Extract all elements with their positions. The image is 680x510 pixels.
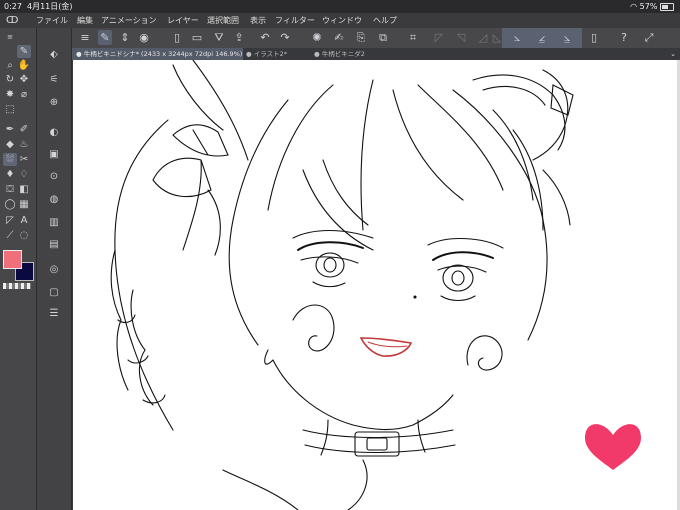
menu-file[interactable]: ファイル xyxy=(36,13,68,28)
move-tool-icon[interactable]: ✥ xyxy=(17,73,31,86)
chevron-down-icon[interactable]: ⌄ xyxy=(670,48,676,60)
layer-panel-icon[interactable]: ◎ xyxy=(47,263,61,276)
blend-tool-icon[interactable]: ✂ xyxy=(17,153,31,166)
selection-tool-icon[interactable]: ⬚ xyxy=(3,103,17,116)
intermediate-color-icon[interactable]: ◍ xyxy=(47,193,61,206)
crop-icon[interactable]: ⌗ xyxy=(406,30,420,45)
status-bar: 0:27 4月11日(金) ◠ 57% xyxy=(0,0,680,13)
gradient-icon[interactable]: ◧ xyxy=(17,183,31,196)
pen-icon[interactable]: ✒ xyxy=(3,123,17,136)
chevron-updown-icon[interactable]: ⇕ xyxy=(118,30,132,45)
pen-sync-icon[interactable]: ✎ xyxy=(98,30,112,45)
stabilizer-2-icon[interactable]: ⦤ xyxy=(535,30,549,45)
disabled-b-icon: ◹ xyxy=(456,31,466,44)
heart-icon xyxy=(585,424,641,470)
menu-view[interactable]: 表示 xyxy=(250,13,266,28)
menu-help[interactable]: ヘルプ xyxy=(373,13,397,28)
menu-icon[interactable]: ≡ xyxy=(78,30,92,45)
auto-select-icon[interactable]: ✸ xyxy=(3,88,17,101)
rotate-tool-icon[interactable]: ↻ xyxy=(3,73,17,86)
approximate-color-icon[interactable]: ▥ xyxy=(47,216,61,229)
figure-tool-icon[interactable]: ◯ xyxy=(3,198,17,211)
disabled-c-icon: ◿ xyxy=(478,31,488,44)
menu-selection[interactable]: 選択範囲 xyxy=(207,13,239,28)
zoom-tool-icon[interactable]: ⌕ xyxy=(3,59,17,72)
line-art xyxy=(110,60,641,510)
tool-panel: ≡ ✎ ⌕ ✋ ↻ ✥ ✸ ⌀ ⬚ ✒ ✐ ◆ ♨ ⛆ ✂ ♦ ♢ ⛋ ◧ ◯ … xyxy=(0,28,37,510)
transparent-color-swatch[interactable] xyxy=(3,283,31,289)
color-set-icon[interactable]: ▣ xyxy=(47,148,61,161)
save-icon[interactable]: ⛛ xyxy=(212,30,226,45)
pen-tool-icon[interactable]: ✎ xyxy=(17,45,31,58)
stabilizer-1-icon[interactable]: ⦣ xyxy=(510,30,524,45)
color-slider-icon[interactable]: ▤ xyxy=(47,238,61,251)
ruler-tool-icon[interactable]: ◸ xyxy=(3,214,17,227)
fill-tool-icon[interactable]: ⛆ xyxy=(3,153,17,166)
export-icon[interactable]: ⇪ xyxy=(232,30,246,45)
menu-edit[interactable]: 編集 xyxy=(77,13,93,28)
battery-percent: 57% xyxy=(639,2,658,11)
status-time: 0:27 xyxy=(4,2,22,11)
eye-icon[interactable]: ◉ xyxy=(137,30,151,45)
tab-current-document[interactable]: ● 牛柄ビキニドシナ* (2433 x 3244px 72dpi 146.9%) xyxy=(72,48,243,60)
pencil-icon[interactable]: ✐ xyxy=(17,123,31,136)
tab-bikini2[interactable]: ● 牛柄ビキニダ2 xyxy=(310,48,378,60)
frame-tool-icon[interactable]: ▦ xyxy=(17,198,31,211)
correct-line-icon[interactable]: ⟋ xyxy=(3,229,17,242)
eyedropper-icon[interactable]: ⌀ xyxy=(17,88,31,101)
help-icon[interactable]: ? xyxy=(617,30,631,45)
balloon-tool-icon[interactable]: ◌ xyxy=(17,229,31,242)
drawing-canvas[interactable] xyxy=(73,60,680,510)
device-icon[interactable]: ▯ xyxy=(587,30,601,45)
disabled-a-icon: ◸ xyxy=(434,31,444,44)
open-folder-icon[interactable]: ▭ xyxy=(190,30,204,45)
color-history-icon[interactable]: ⊙ xyxy=(47,170,61,183)
main-color-swatch[interactable] xyxy=(3,250,22,269)
document-tabs: ● 牛柄ビキニドシナ* (2433 x 3244px 72dpi 146.9%)… xyxy=(72,48,680,60)
menu-layer[interactable]: レイヤー xyxy=(167,13,199,28)
blur-brush-icon[interactable]: ♢ xyxy=(17,168,31,181)
sub-panel: ⬖ ⚟ ⊕ ◐ ▣ ⊙ ◍ ▥ ▤ ◎ ▢ ☰ xyxy=(37,28,72,510)
app-logo-icon[interactable]: ↀ xyxy=(6,13,18,28)
text-tool-icon[interactable]: A xyxy=(17,214,31,227)
menu-filter[interactable]: フィルター xyxy=(275,13,315,28)
status-right: ◠ 57% xyxy=(630,0,674,13)
battery-icon xyxy=(660,2,674,11)
wifi-icon: ◠ xyxy=(630,2,638,11)
water-brush-icon[interactable]: ♦ xyxy=(3,168,17,181)
pen-settings-icon[interactable]: ✍ xyxy=(332,30,346,45)
layer-stack-icon[interactable]: ☰ xyxy=(47,307,61,320)
redo-icon[interactable]: ↷ xyxy=(278,30,292,45)
paste-icon[interactable]: ⧉ xyxy=(376,30,390,45)
menu-bar: ↀ ファイル 編集 アニメーション レイヤー 選択範囲 表示 フィルター ウィン… xyxy=(0,13,680,28)
undo-icon[interactable]: ↶ xyxy=(258,30,272,45)
brush-size-icon[interactable]: ⬖ xyxy=(47,48,61,61)
menu-animation[interactable]: アニメーション xyxy=(101,13,157,28)
bucket-icon[interactable]: ⛋ xyxy=(3,183,17,196)
brush-icon[interactable]: ♨ xyxy=(17,138,31,151)
expand-icon[interactable]: ⤢ xyxy=(642,30,656,45)
copy-icon[interactable]: ⎘ xyxy=(354,30,368,45)
tab-illust2[interactable]: ● イラスト2* xyxy=(242,48,312,60)
menu-window[interactable]: ウィンドウ xyxy=(322,13,362,28)
tool-grip-icon: ≡ xyxy=(7,33,13,41)
transform-icon[interactable]: ✺ xyxy=(310,30,324,45)
stabilizer-3-icon[interactable]: ⦥ xyxy=(560,30,574,45)
sub-tool-icon[interactable]: ⊕ xyxy=(47,96,61,109)
new-file-icon[interactable]: ▯ xyxy=(170,30,184,45)
command-bar: ≡ ✎ ⇕ ◉ ▯ ▭ ⛛ ⇪ ↶ ↷ ✺ ✍ ⎘ ⧉ ⌗ ◸ ◹ ◿ ◺ ⦣ … xyxy=(72,28,680,49)
color-wheel-icon[interactable]: ◐ xyxy=(47,126,61,139)
hand-tool-icon[interactable]: ✋ xyxy=(17,59,31,72)
status-date: 4月11日(金) xyxy=(27,2,73,11)
layer-property-icon[interactable]: ▢ xyxy=(47,286,61,299)
eraser-icon[interactable]: ◆ xyxy=(3,138,17,151)
tool-property-icon[interactable]: ⚟ xyxy=(47,73,61,86)
